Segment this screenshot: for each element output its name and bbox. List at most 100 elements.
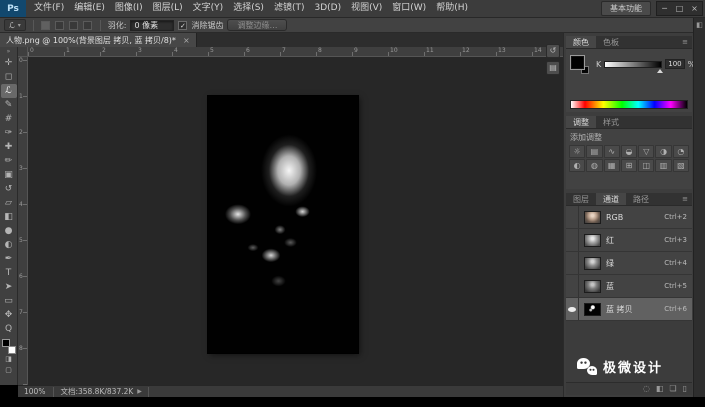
eyedropper-tool-icon[interactable]: ✑ [1,126,17,140]
tab-paths[interactable]: 路径 [626,193,656,205]
clone-stamp-tool-icon[interactable]: ▣ [1,168,17,182]
menu-item[interactable]: 滤镜(T) [269,0,310,17]
collapsed-properties-panel-icon[interactable]: ▤ [546,61,560,75]
new-selection-mode-icon[interactable] [41,21,50,30]
k-slider[interactable] [604,61,662,68]
menu-item[interactable]: 视图(V) [346,0,387,17]
menu-item[interactable]: 文字(Y) [188,0,229,17]
visibility-cell[interactable] [566,229,579,251]
status-arrow-icon[interactable]: ▶ [137,388,142,395]
quick-mask-icon[interactable]: ◨ [1,354,17,365]
exposure-icon[interactable]: ◒ [621,145,637,158]
channel-row-red[interactable]: 红 Ctrl+3 [566,229,692,252]
hue-saturation-icon[interactable]: ◑ [655,145,671,158]
brightness-contrast-icon[interactable]: ☼ [569,145,585,158]
subtract-from-selection-mode-icon[interactable] [69,21,78,30]
tool-preset-picker[interactable]: ℒ ▾ [4,19,26,31]
color-spectrum-ramp[interactable] [570,100,688,109]
visibility-cell[interactable] [566,275,579,297]
dodge-tool-icon[interactable]: ◐ [1,238,17,252]
feather-input[interactable]: 0 像素 [130,20,174,31]
antialias-checkbox[interactable]: ✓ [178,21,187,30]
visibility-cell[interactable] [566,298,579,320]
zoom-tool-icon[interactable]: Q [1,322,17,336]
tab-swatches[interactable]: 色板 [596,36,626,48]
tab-styles[interactable]: 样式 [596,116,626,128]
visibility-cell[interactable] [566,252,579,274]
color-lookup-icon[interactable]: ⊞ [621,159,637,172]
crop-tool-icon[interactable]: # [1,112,17,126]
channel-row-blue-copy[interactable]: 蓝 拷贝 Ctrl+6 [566,298,692,321]
move-tool-icon[interactable]: ✛ [1,56,17,70]
menu-item[interactable]: 窗口(W) [387,0,431,17]
collapsed-history-panel-icon[interactable]: ↺ [546,44,560,58]
threshold-icon[interactable]: ▧ [673,159,689,172]
vibrance-icon[interactable]: ▽ [638,145,654,158]
visibility-eye-icon[interactable] [568,307,576,312]
ruler-origin-corner[interactable] [18,47,28,57]
rect-marquee-tool-icon[interactable]: ◻ [1,70,17,84]
posterize-icon[interactable]: ▥ [655,159,671,172]
quick-selection-tool-icon[interactable]: ✎ [1,98,17,112]
document-tab[interactable]: 人物.png @ 100%(背景图层 拷贝, 蓝 拷贝/8)* × [0,33,197,47]
menu-item[interactable]: 文件(F) [29,0,69,17]
menu-item[interactable]: 3D(D) [309,0,346,17]
visibility-cell[interactable] [566,206,579,228]
add-to-selection-mode-icon[interactable] [55,21,64,30]
restore-button[interactable]: □ [672,2,687,15]
shape-tool-icon[interactable]: ▭ [1,294,17,308]
tab-adjustments[interactable]: 调整 [566,116,596,128]
menu-item[interactable]: 图层(L) [148,0,188,17]
hand-tool-icon[interactable]: ✥ [1,308,17,322]
invert-icon[interactable]: ◫ [638,159,654,172]
menu-item[interactable]: 图像(I) [110,0,148,17]
workspace-switcher[interactable]: 基本功能 [601,1,651,16]
foreground-color-swatch[interactable] [2,339,10,347]
lasso-tool-icon[interactable]: ℒ [1,84,17,98]
zoom-level[interactable]: 100% [24,387,45,396]
k-value-input[interactable]: 100 [665,59,684,69]
type-tool-icon[interactable]: T [1,266,17,280]
black-white-icon[interactable]: ◐ [569,159,585,172]
channel-row-green[interactable]: 绿 Ctrl+4 [566,252,692,275]
slider-knob[interactable] [657,69,663,73]
photo-filter-icon[interactable]: ◍ [586,159,602,172]
background-color-swatch[interactable] [8,346,16,354]
minimize-button[interactable]: ─ [657,2,672,15]
tab-color[interactable]: 颜色 [566,36,596,48]
history-brush-tool-icon[interactable]: ↺ [1,182,17,196]
brush-tool-icon[interactable]: ✏ [1,154,17,168]
spot-healing-brush-tool-icon[interactable]: ✚ [1,140,17,154]
close-tab-icon[interactable]: × [183,36,190,45]
tab-layers[interactable]: 图层 [566,193,596,205]
channel-mixer-icon[interactable]: ▦ [604,159,620,172]
gradient-tool-icon[interactable]: ◧ [1,210,17,224]
screen-mode-icon[interactable]: ▢ [1,365,17,376]
collapse-toolbar-icon[interactable]: » [7,48,11,56]
blur-tool-icon[interactable]: ● [1,224,17,238]
canvas[interactable] [28,57,563,385]
panel-menu-icon[interactable]: ≡ [682,193,692,205]
eraser-tool-icon[interactable]: ▱ [1,196,17,210]
channel-row-rgb[interactable]: RGB Ctrl+2 [566,206,692,229]
levels-icon[interactable]: ▤ [586,145,602,158]
curves-icon[interactable]: ∿ [604,145,620,158]
menu-item[interactable]: 选择(S) [228,0,269,17]
panel-menu-icon[interactable]: ≡ [682,36,692,48]
load-channel-as-selection-icon[interactable]: ◌ [643,383,650,395]
new-channel-icon[interactable]: ❏ [669,383,676,395]
tab-channels[interactable]: 通道 [596,193,626,205]
refine-edge-button[interactable]: 调整边缘… [227,19,287,31]
delete-channel-icon[interactable]: ▯ [683,383,687,395]
menu-item[interactable]: 帮助(H) [431,0,473,17]
save-selection-as-channel-icon[interactable]: ◧ [656,383,664,395]
intersect-selection-mode-icon[interactable] [83,21,92,30]
close-button[interactable]: × [687,2,702,15]
menu-item[interactable]: 编辑(E) [69,0,110,17]
pen-tool-icon[interactable]: ✒ [1,252,17,266]
foreground-color-swatch[interactable] [571,56,584,69]
expand-dock-icon[interactable]: ◧ [694,18,705,32]
document-canvas-image[interactable] [208,96,358,353]
channel-row-blue[interactable]: 蓝 Ctrl+5 [566,275,692,298]
color-balance-icon[interactable]: ◔ [673,145,689,158]
